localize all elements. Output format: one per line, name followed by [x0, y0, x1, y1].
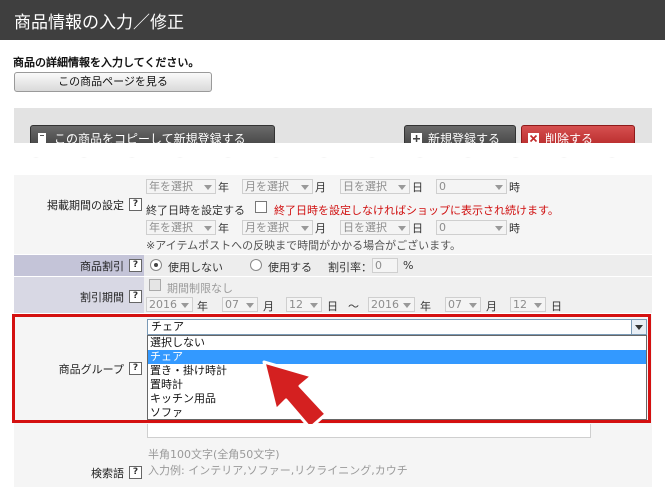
discount-start-month-value: 07: [225, 298, 239, 311]
end-date-warning: 終了日時を設定しなければショップに表示され続けます。: [274, 204, 559, 217]
end-month-select[interactable]: 月を選択: [242, 220, 313, 235]
end-year-value: 年を選択: [149, 221, 193, 234]
discount-start-day-value: 12: [289, 298, 303, 311]
discount-off-radio[interactable]: [150, 259, 162, 271]
end-date-checkbox-label: 終了日時を設定する: [146, 204, 245, 217]
no-limit-label: 期間制限なし: [167, 282, 233, 295]
discount-period-label: 割引期間: [80, 291, 124, 304]
discount-percent: %: [403, 259, 414, 272]
end-day-value: 日を選択: [343, 221, 387, 234]
discount-end-month-value: 07: [448, 298, 462, 311]
period-label-cell: 掲載期間の設定 ?: [14, 175, 144, 254]
discount-start-day-unit: 日: [327, 300, 338, 313]
discount-on-radio[interactable]: [250, 259, 262, 271]
cut-edge-divider: [0, 143, 665, 166]
discount-on-label: 使用する: [268, 261, 312, 274]
end-hour-unit: 時: [509, 222, 520, 235]
start-month-unit: 月: [315, 181, 326, 194]
start-hour-value: 0: [439, 180, 446, 193]
end-day-select[interactable]: 日を選択: [340, 220, 410, 235]
page-title: 商品情報の入力／修正: [14, 13, 184, 33]
end-month-value: 月を選択: [245, 221, 289, 234]
keyword-label-cell: 検索語 ?: [14, 424, 144, 487]
keyword-hint-length: 半角100文字(全角50文字): [148, 448, 280, 461]
discount-end-day-select[interactable]: 12: [510, 297, 546, 312]
keyword-hint-example: 入力例: インテリア,ソファー,リクライニング,カウチ: [148, 464, 408, 477]
highlight-frame: [12, 314, 651, 423]
end-hour-value: 0: [439, 221, 446, 234]
start-month-value: 月を選択: [245, 180, 289, 193]
intro-text: 商品の詳細情報を入力してください。: [13, 56, 200, 69]
end-year-unit: 年: [218, 222, 229, 235]
start-hour-unit: 時: [509, 181, 520, 194]
discount-end-day-value: 12: [513, 298, 527, 311]
start-year-select[interactable]: 年を選択: [146, 179, 216, 194]
discount-rate-input[interactable]: 0: [372, 258, 398, 273]
start-day-value: 日を選択: [343, 180, 387, 193]
start-hour-select[interactable]: 0: [436, 179, 507, 194]
end-day-unit: 日: [412, 222, 423, 235]
help-icon[interactable]: ?: [129, 259, 142, 272]
pointer-arrow-icon: [262, 360, 328, 430]
start-day-select[interactable]: 日を選択: [340, 179, 410, 194]
discount-start-day-select[interactable]: 12: [286, 297, 322, 312]
discount-end-day-unit: 日: [551, 300, 562, 313]
discount-end-month-unit: 月: [486, 300, 497, 313]
discount-rate-label: 割引率：: [328, 261, 372, 274]
copy-icon: [37, 127, 48, 144]
discount-end-month-select[interactable]: 07: [445, 297, 481, 312]
keyword-label: 検索語: [91, 467, 124, 480]
delete-icon: [528, 127, 539, 144]
end-year-select[interactable]: 年を選択: [146, 220, 216, 235]
view-product-page-button[interactable]: この商品ページを見る: [14, 72, 212, 92]
page-header: 商品情報の入力／修正: [0, 0, 665, 40]
discount-start-month-unit: 月: [263, 300, 274, 313]
help-icon[interactable]: ?: [129, 466, 142, 479]
start-year-value: 年を選択: [149, 180, 193, 193]
start-year-unit: 年: [218, 181, 229, 194]
start-day-unit: 日: [412, 181, 423, 194]
previous-textarea-bottom[interactable]: [147, 424, 591, 438]
range-tilde: ～: [348, 300, 359, 313]
discount-period-label-cell: 割引期間 ?: [14, 277, 144, 313]
start-month-select[interactable]: 月を選択: [242, 179, 313, 194]
discount-off-label: 使用しない: [168, 261, 223, 274]
discount-start-month-select[interactable]: 07: [222, 297, 258, 312]
discount-end-year-value: 2016: [371, 298, 399, 311]
no-limit-checkbox[interactable]: [149, 279, 161, 291]
discount-start-year-select[interactable]: 2016: [146, 297, 193, 312]
add-icon: [411, 127, 422, 144]
discount-label-cell: 商品割引 ?: [14, 255, 144, 276]
discount-label: 商品割引: [80, 260, 124, 273]
end-month-unit: 月: [315, 222, 326, 235]
end-hour-select[interactable]: 0: [436, 220, 507, 235]
period-label: 掲載期間の設定: [47, 199, 124, 212]
discount-start-year-unit: 年: [197, 300, 208, 313]
period-note: ※アイテムポストへの反映まで時間がかかる場合がございます。: [146, 239, 462, 252]
help-icon[interactable]: ?: [129, 198, 142, 211]
discount-end-year-unit: 年: [420, 300, 431, 313]
help-icon[interactable]: ?: [129, 290, 142, 303]
discount-start-year-value: 2016: [149, 298, 177, 311]
end-date-checkbox[interactable]: [255, 201, 267, 213]
discount-end-year-select[interactable]: 2016: [368, 297, 415, 312]
